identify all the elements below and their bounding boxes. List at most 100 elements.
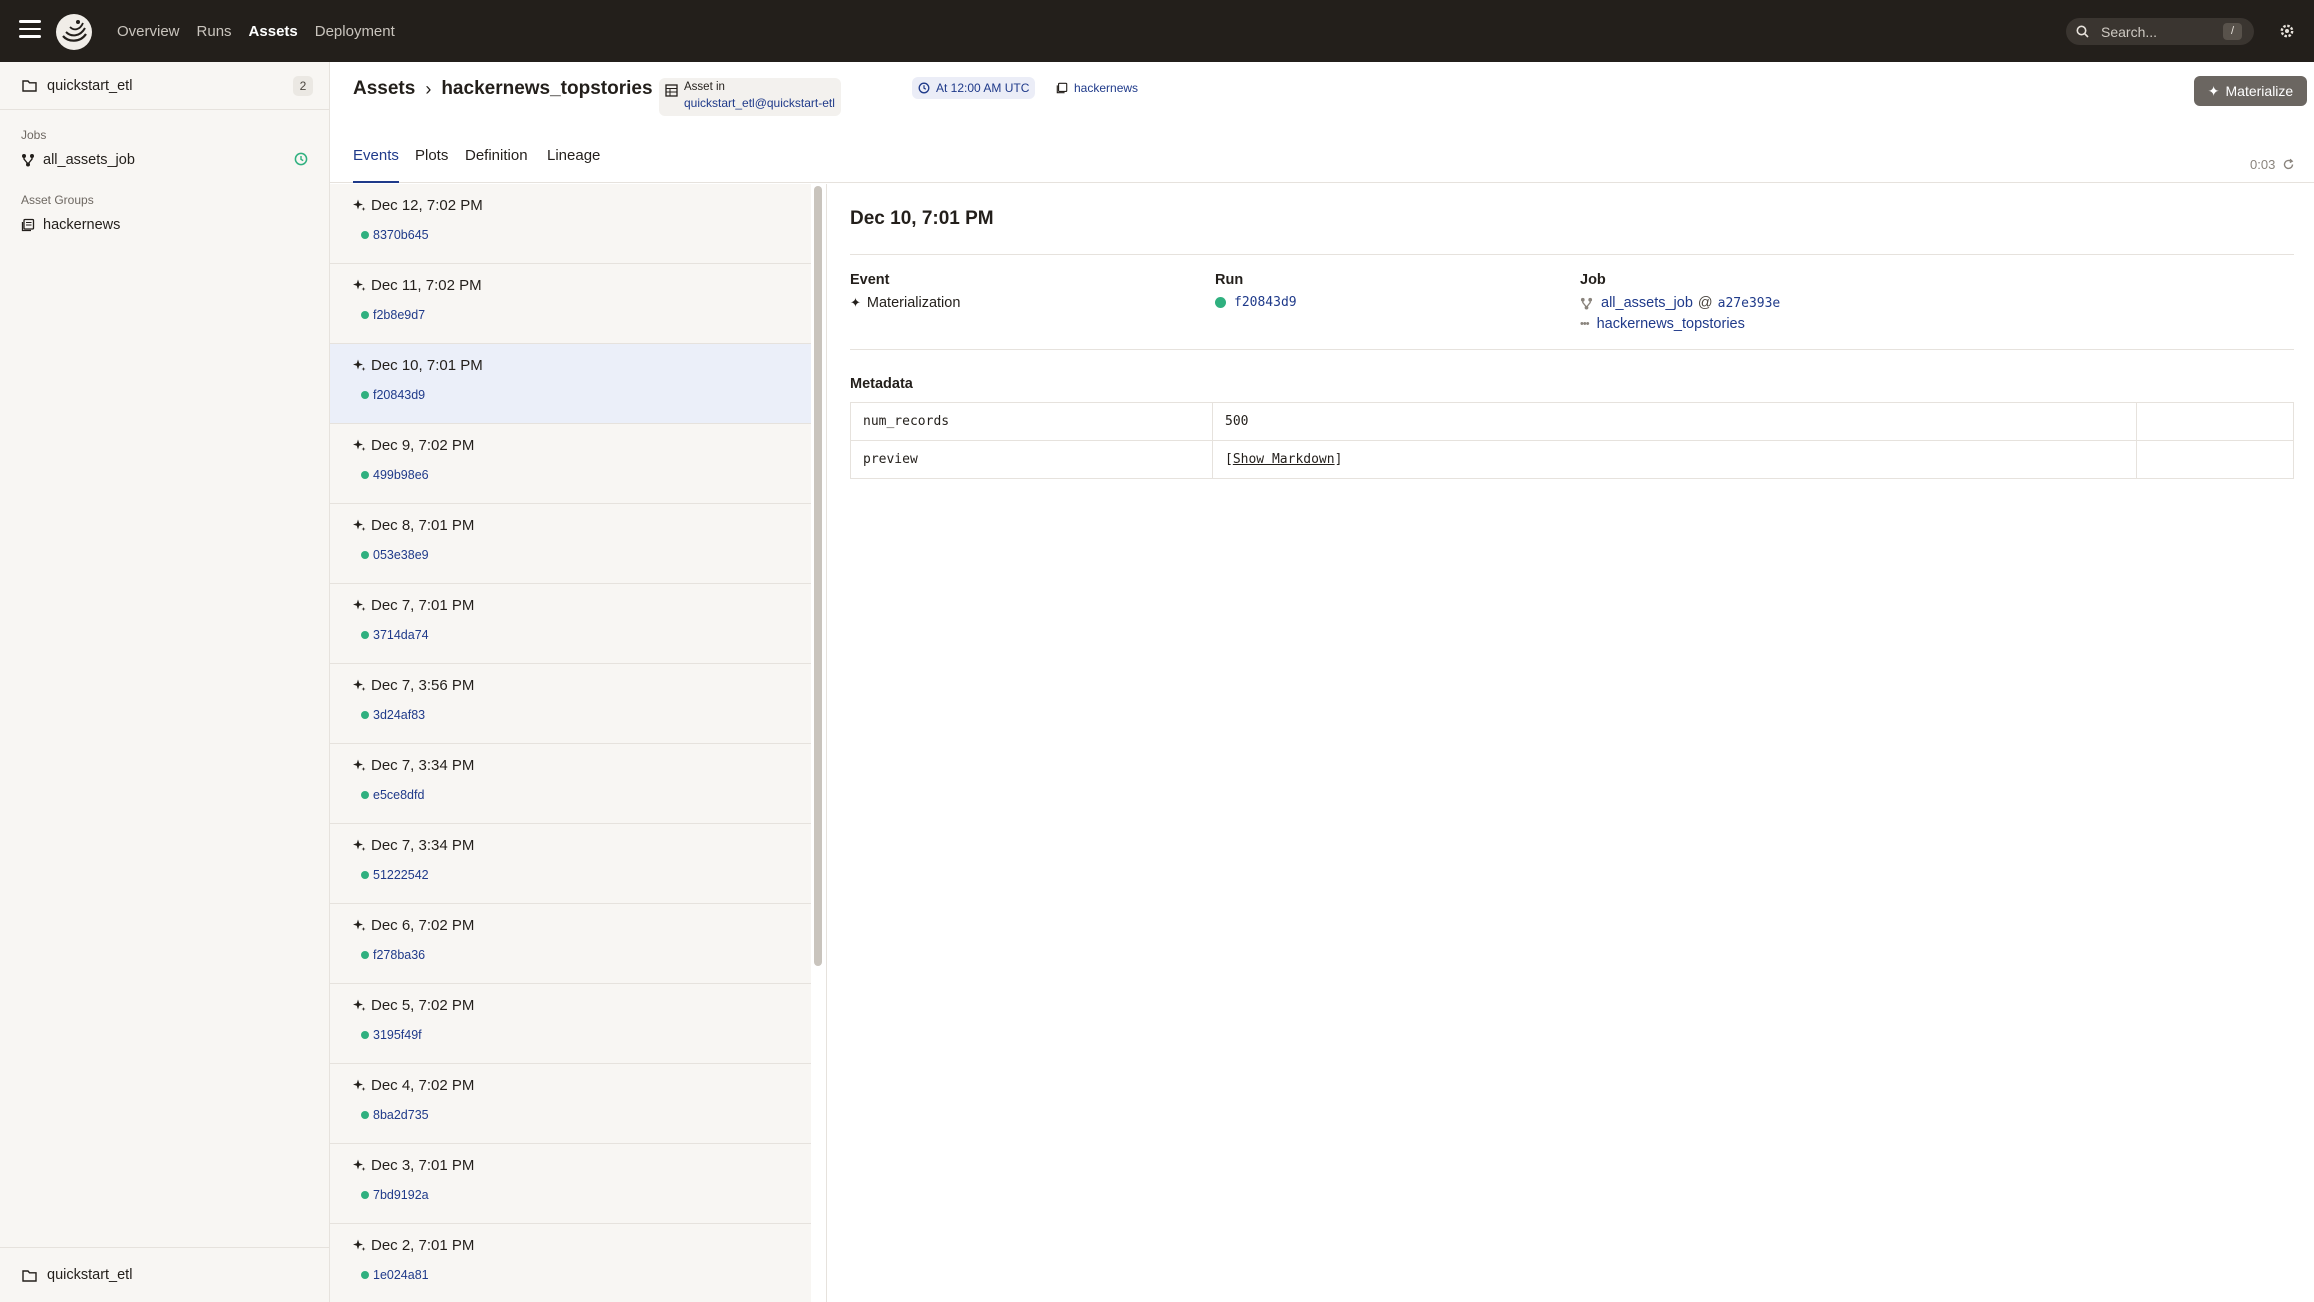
repository-count-badge: 2: [293, 76, 313, 96]
event-date-label: Dec 4, 7:02 PM: [371, 1077, 475, 1094]
event-run-id[interactable]: f2b8e9d7: [373, 308, 425, 322]
event-run-id[interactable]: 3195f49f: [373, 1028, 422, 1042]
event-run-id[interactable]: f20843d9: [373, 388, 425, 402]
schedule-tag[interactable]: At 12:00 AM UTC: [912, 77, 1036, 99]
refresh-timer[interactable]: 0:03: [2250, 157, 2295, 172]
event-run-link[interactable]: 1e024a81: [361, 1268, 429, 1282]
run-link[interactable]: f20843d9: [1215, 295, 1297, 310]
job-icon: [1580, 297, 1593, 310]
event-run-link[interactable]: e5ce8dfd: [361, 788, 424, 802]
event-list[interactable]: Dec 12, 7:02 PM 8370b645 Dec 11, 7:02 PM f2…: [330, 184, 811, 1302]
materialization-sparkle-icon: [353, 999, 366, 1011]
event-date: Dec 7, 7:01 PM: [353, 597, 474, 614]
repository-selector[interactable]: quickstart_etl 2: [0, 62, 329, 110]
event-list-item[interactable]: Dec 7, 3:34 PM e5ce8dfd: [330, 744, 811, 824]
event-date: Dec 7, 3:34 PM: [353, 757, 474, 774]
event-list-item[interactable]: Dec 7, 7:01 PM 3714da74: [330, 584, 811, 664]
tab-plots[interactable]: Plots: [415, 147, 448, 183]
event-run-id[interactable]: 3d24af83: [373, 708, 425, 722]
event-date-label: Dec 5, 7:02 PM: [371, 997, 475, 1014]
materialization-sparkle-icon: [353, 359, 366, 371]
nav-overview[interactable]: Overview: [117, 23, 180, 40]
tab-events[interactable]: Events: [353, 147, 399, 183]
metadata-key: num_records: [850, 402, 1213, 441]
divider: [850, 349, 2294, 350]
search-input[interactable]: Search... /: [2066, 18, 2254, 45]
event-run-id[interactable]: 053e38e9: [373, 548, 429, 562]
event-run-link[interactable]: 3195f49f: [361, 1028, 422, 1042]
event-run-link[interactable]: 8ba2d735: [361, 1108, 429, 1122]
gear-icon[interactable]: [2277, 21, 2297, 41]
materialization-sparkle-icon: [353, 1239, 366, 1251]
event-date: Dec 7, 3:56 PM: [353, 677, 474, 694]
job-snapshot-link[interactable]: a27e393e: [1718, 296, 1781, 311]
event-run-link[interactable]: f20843d9: [361, 388, 425, 402]
event-date: Dec 2, 7:01 PM: [353, 1237, 474, 1254]
event-run-link[interactable]: f278ba36: [361, 948, 425, 962]
show-markdown-link[interactable]: Show Markdown: [1233, 452, 1335, 467]
event-run-id[interactable]: 8370b645: [373, 228, 429, 242]
metadata-extra-cell: [2136, 440, 2294, 479]
sidebar-item-all-assets-job[interactable]: all_assets_job: [21, 152, 135, 168]
event-run-link[interactable]: 3d24af83: [361, 708, 425, 722]
nav-assets[interactable]: Assets: [249, 23, 298, 40]
event-run-link[interactable]: 51222542: [361, 868, 429, 882]
clock-icon: [918, 82, 930, 94]
nav-runs[interactable]: Runs: [197, 23, 232, 40]
op-name-link[interactable]: hackernews_topstories: [1597, 316, 1745, 332]
asset-group-tag[interactable]: hackernews: [1050, 77, 1144, 99]
run-success-dot: [361, 1271, 369, 1279]
materialization-sparkle-icon: [353, 839, 366, 851]
event-list-item[interactable]: Dec 2, 7:01 PM 1e024a81: [330, 1224, 811, 1302]
event-run-id[interactable]: 51222542: [373, 868, 429, 882]
event-run-link[interactable]: f2b8e9d7: [361, 308, 425, 322]
event-list-item[interactable]: Dec 6, 7:02 PM f278ba36: [330, 904, 811, 984]
event-list-item[interactable]: Dec 9, 7:02 PM 499b98e6: [330, 424, 811, 504]
run-success-dot: [361, 791, 369, 799]
event-list-item[interactable]: Dec 12, 7:02 PM 8370b645: [330, 184, 811, 264]
tab-definition[interactable]: Definition: [465, 147, 528, 183]
run-success-dot: [361, 231, 369, 239]
event-date-label: Dec 7, 3:34 PM: [371, 837, 475, 854]
run-id[interactable]: f20843d9: [1234, 295, 1297, 310]
asset-location-link[interactable]: quickstart_etl@quickstart-etl: [684, 96, 835, 110]
event-list-item[interactable]: Dec 10, 7:01 PM f20843d9: [330, 344, 811, 424]
event-run-link[interactable]: 3714da74: [361, 628, 429, 642]
materialization-sparkle-icon: [353, 1079, 366, 1091]
event-run-link[interactable]: 8370b645: [361, 228, 429, 242]
event-run-link[interactable]: 499b98e6: [361, 468, 429, 482]
nav-deployment[interactable]: Deployment: [315, 23, 395, 40]
event-list-item[interactable]: Dec 8, 7:01 PM 053e38e9: [330, 504, 811, 584]
tab-lineage[interactable]: Lineage: [547, 147, 600, 183]
dagster-logo[interactable]: [54, 12, 94, 52]
event-list-item[interactable]: Dec 4, 7:02 PM 8ba2d735: [330, 1064, 811, 1144]
event-run-id[interactable]: 8ba2d735: [373, 1108, 429, 1122]
event-list-item[interactable]: Dec 7, 3:56 PM 3d24af83: [330, 664, 811, 744]
run-success-dot: [361, 711, 369, 719]
menu-icon[interactable]: [19, 20, 41, 40]
event-list-item[interactable]: Dec 7, 3:34 PM 51222542: [330, 824, 811, 904]
run-success-dot: [361, 871, 369, 879]
repository-footer[interactable]: quickstart_etl: [0, 1247, 329, 1302]
event-list-item[interactable]: Dec 3, 7:01 PM 7bd9192a: [330, 1144, 811, 1224]
refresh-icon: [2284, 158, 2294, 170]
event-run-id[interactable]: 7bd9192a: [373, 1188, 429, 1202]
materialize-button[interactable]: ✦ Materialize: [2194, 76, 2307, 106]
event-run-id[interactable]: f278ba36: [373, 948, 425, 962]
event-list-scrollbar[interactable]: [814, 186, 822, 966]
event-run-id[interactable]: 1e024a81: [373, 1268, 429, 1282]
event-list-item[interactable]: Dec 11, 7:02 PM f2b8e9d7: [330, 264, 811, 344]
event-run-id[interactable]: 499b98e6: [373, 468, 429, 482]
breadcrumb-assets-link[interactable]: Assets: [353, 78, 415, 100]
table-row: preview [Show Markdown]: [850, 440, 2294, 479]
schedule-clock-icon[interactable]: [294, 152, 308, 166]
sidebar-item-label: hackernews: [43, 217, 121, 233]
event-run-link[interactable]: 7bd9192a: [361, 1188, 429, 1202]
event-list-item[interactable]: Dec 5, 7:02 PM 3195f49f: [330, 984, 811, 1064]
sidebar-item-hackernews[interactable]: hackernews: [21, 217, 120, 233]
event-run-id[interactable]: e5ce8dfd: [373, 788, 424, 802]
job-name-link[interactable]: all_assets_job: [1601, 295, 1693, 311]
event-run-id[interactable]: 3714da74: [373, 628, 429, 642]
event-run-link[interactable]: 053e38e9: [361, 548, 429, 562]
materialization-sparkle-icon: [353, 279, 366, 291]
